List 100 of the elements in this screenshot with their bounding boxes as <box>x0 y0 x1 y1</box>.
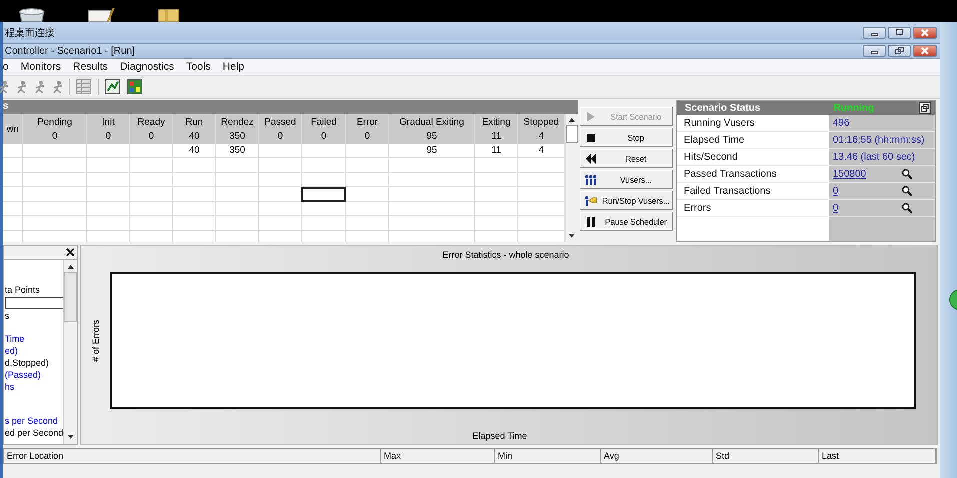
status-link[interactable]: 150800 <box>833 168 866 180</box>
column-header[interactable]: Run <box>186 116 204 128</box>
column-total: 350 <box>230 130 246 142</box>
search-icon[interactable] <box>902 186 912 196</box>
chart-icon[interactable] <box>127 79 143 95</box>
graph-list-item[interactable]: ed per Second <box>5 427 63 439</box>
close-button[interactable] <box>913 26 937 38</box>
menu-item[interactable]: o <box>3 61 9 73</box>
status-label: Errors <box>683 202 712 214</box>
trash-bin-icon[interactable] <box>18 8 46 22</box>
minimize-button[interactable] <box>863 26 886 38</box>
people-icon <box>585 174 597 186</box>
graph-list-item[interactable]: (Passed) <box>5 369 63 381</box>
column-header[interactable]: Max <box>381 449 495 463</box>
control-button[interactable]: Pause Scheduler <box>580 212 673 231</box>
column-header[interactable]: Std <box>713 449 819 463</box>
column-total: 0 <box>364 130 370 142</box>
minimize-button[interactable] <box>863 45 886 57</box>
panel-title: s <box>3 100 578 114</box>
pause-icon <box>585 216 597 228</box>
graph-list-item[interactable]: hs <box>5 381 63 393</box>
search-icon[interactable] <box>902 203 912 213</box>
close-button[interactable] <box>913 45 937 57</box>
scroll-thumb[interactable] <box>64 272 77 322</box>
table-cell-text: 40 <box>188 144 201 158</box>
column-header[interactable]: Passed <box>264 116 296 128</box>
scroll-down-icon[interactable] <box>66 434 74 440</box>
column-total: 40 <box>189 130 200 142</box>
table-cell-text: 350 <box>228 144 246 158</box>
rewind-icon <box>585 152 597 164</box>
restore-icon[interactable] <box>919 102 932 114</box>
runner-icon[interactable] <box>0 80 9 94</box>
graph-list-item[interactable]: ta Points <box>5 284 63 296</box>
scenario-state: Running <box>834 102 876 114</box>
graph-icon[interactable] <box>105 79 121 95</box>
control-button[interactable]: Reset <box>580 149 673 168</box>
control-button[interactable]: Run/Stop Vusers... <box>580 191 673 210</box>
play-icon <box>585 110 597 122</box>
close-icon <box>920 47 930 55</box>
gadget-icon[interactable] <box>949 289 957 311</box>
status-link[interactable]: 0 <box>833 186 839 196</box>
column-header[interactable]: Error <box>356 116 378 128</box>
notepad-icon[interactable] <box>88 8 116 22</box>
graph-list-item[interactable]: s <box>5 310 63 322</box>
panel-title: Scenario Status <box>684 102 762 114</box>
status-value: 496 <box>833 118 850 128</box>
table-cell-text: 4 <box>538 144 546 158</box>
menu-item[interactable]: Monitors <box>20 61 62 73</box>
status-value: 01:16:55 (hh:mm:ss) <box>833 134 925 146</box>
column-header[interactable]: Pending <box>38 116 72 128</box>
graph-list-item[interactable]: d,Stopped) <box>5 357 63 369</box>
search-icon[interactable] <box>902 169 912 179</box>
column-header[interactable]: Last <box>819 449 936 463</box>
menu-item[interactable]: Help <box>222 61 245 73</box>
column-header[interactable]: Failed <box>311 116 337 128</box>
person-arrow-icon <box>585 194 597 206</box>
column-total: 0 <box>321 130 327 142</box>
axis-label: # of Errors <box>90 320 100 362</box>
window-title: 程桌面连接 <box>5 26 55 40</box>
column-total: 11 <box>492 130 502 142</box>
column-header[interactable]: Gradual Exiting <box>400 116 464 128</box>
maximize-button[interactable] <box>888 26 911 38</box>
folder-icon[interactable] <box>158 8 180 22</box>
column-header[interactable]: Min <box>495 449 601 463</box>
graph-list-item[interactable]: s per Second <box>5 415 63 427</box>
column-header[interactable]: Avg <box>601 449 713 463</box>
status-label: Hits/Second <box>683 152 739 162</box>
column-header[interactable]: Exiting <box>482 116 511 128</box>
control-button[interactable]: Stop <box>580 128 673 147</box>
scroll-thumb[interactable] <box>566 125 578 143</box>
close-icon <box>920 28 930 36</box>
scroll-up-icon[interactable] <box>66 264 74 270</box>
status-value: 13.46 (last 60 sec) <box>833 152 916 162</box>
window-title: Controller - Scenario1 - [Run] <box>5 46 136 56</box>
column-total: 4 <box>538 130 544 142</box>
column-total: 0 <box>148 130 154 142</box>
close-icon[interactable] <box>66 248 75 257</box>
column-header[interactable]: Error Location <box>4 449 381 463</box>
column-header[interactable]: wn <box>6 124 20 134</box>
menu-item[interactable]: Tools <box>186 61 211 73</box>
column-header[interactable]: Stopped <box>524 116 560 128</box>
menu-item[interactable]: Diagnostics <box>120 61 174 73</box>
column-total: 0 <box>278 130 284 142</box>
column-header[interactable]: Ready <box>138 116 166 128</box>
scroll-up-icon[interactable] <box>568 117 576 123</box>
graph-list-item[interactable]: ed) <box>5 345 63 357</box>
stop-icon <box>585 132 597 144</box>
graph-list-item[interactable]: Time <box>5 333 63 345</box>
input-field[interactable] <box>5 297 63 309</box>
status-link[interactable]: 0 <box>833 202 839 214</box>
restore-button[interactable] <box>888 45 911 57</box>
column-header[interactable]: Rendez <box>221 116 254 128</box>
column-header[interactable]: Init <box>102 116 115 128</box>
menu-item[interactable]: Results <box>73 61 108 73</box>
control-button[interactable]: Vusers... <box>580 170 673 189</box>
column-total: 0 <box>52 130 58 142</box>
maximize-icon <box>894 28 904 36</box>
column-total: 0 <box>106 130 112 142</box>
scroll-down-icon[interactable] <box>568 233 576 239</box>
focused-cell[interactable] <box>301 186 346 202</box>
